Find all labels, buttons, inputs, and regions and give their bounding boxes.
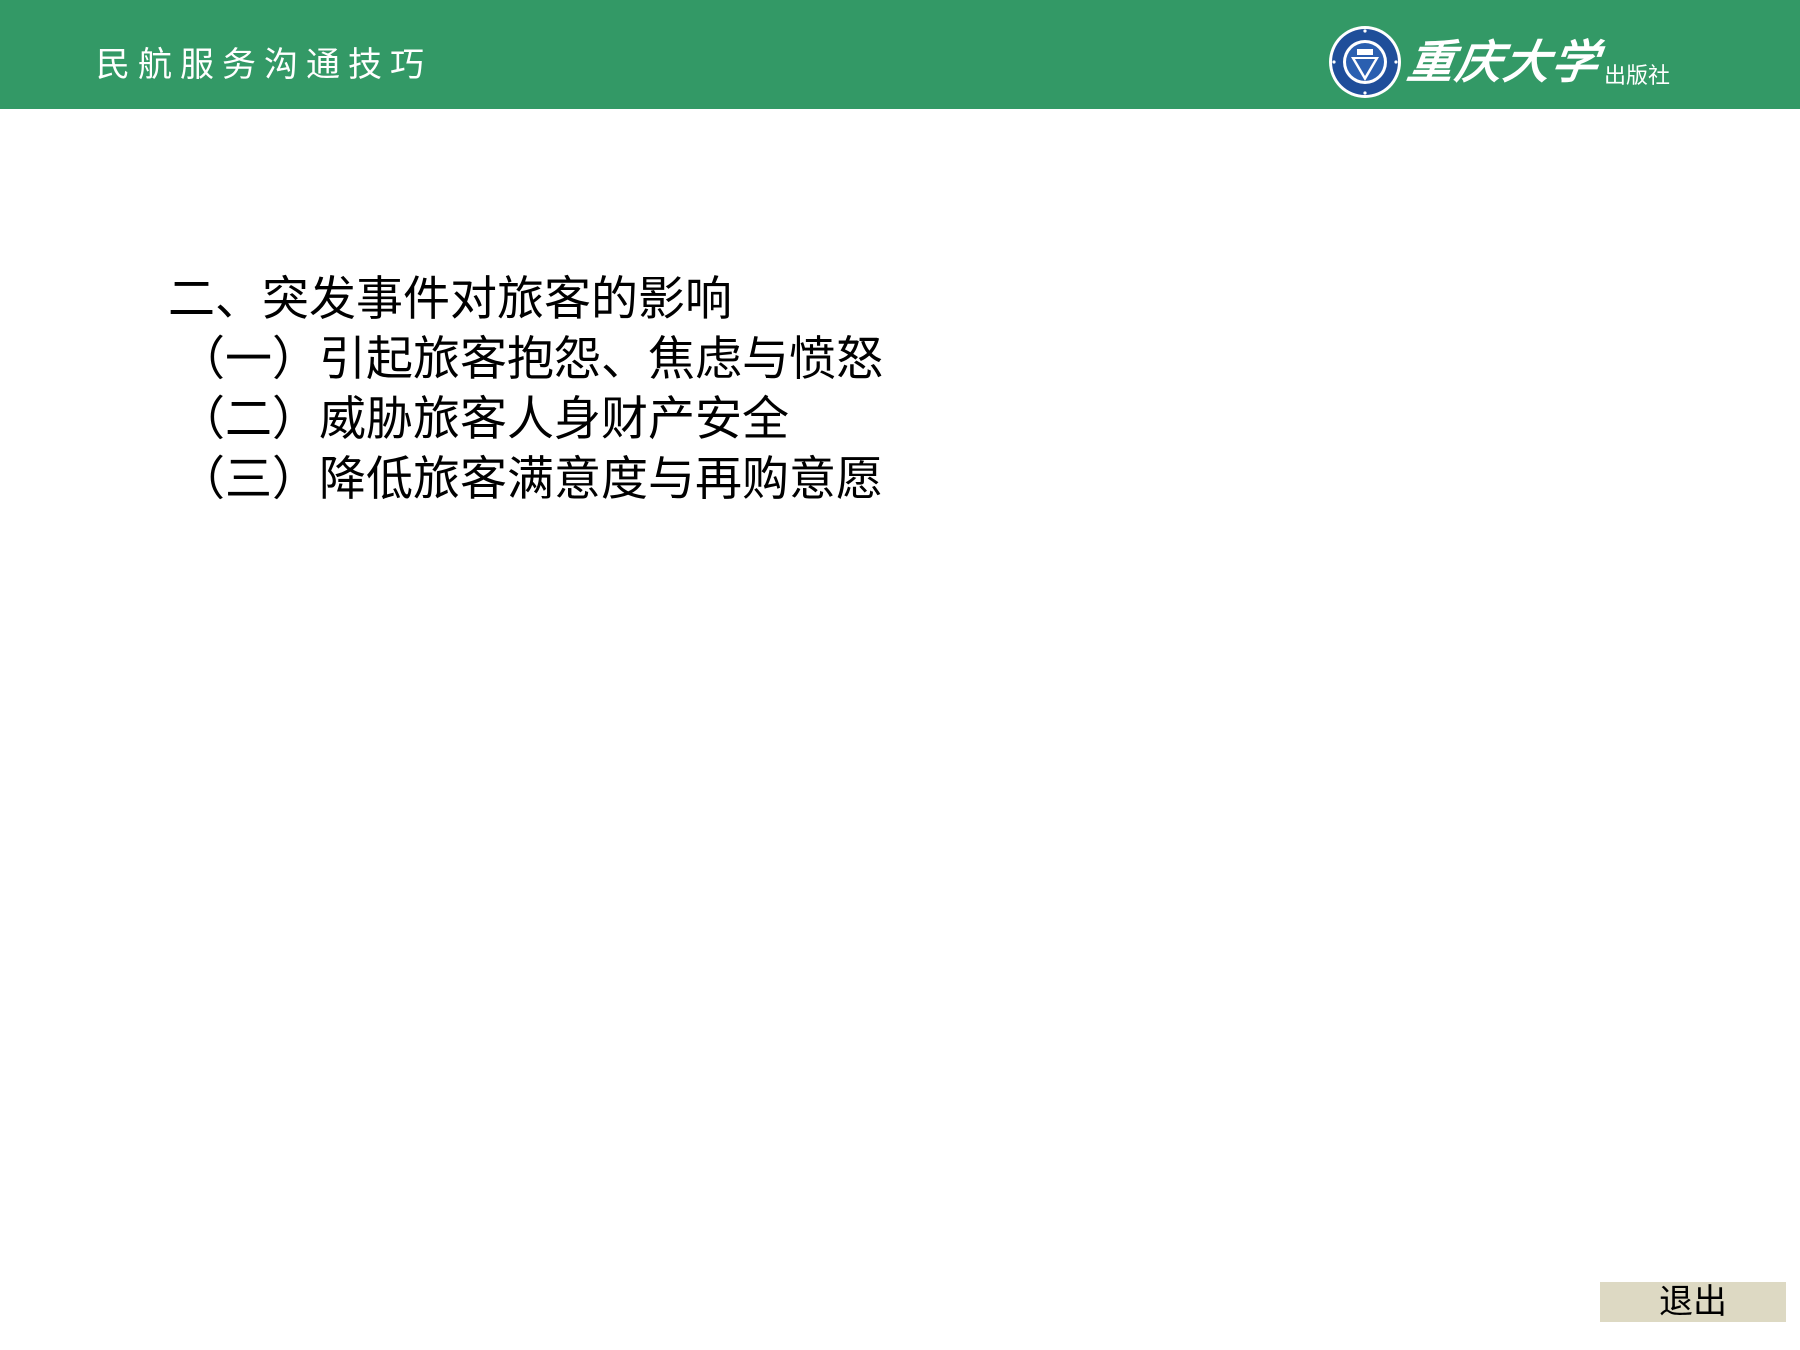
publisher-name: 重庆大学: [1404, 35, 1604, 89]
list-item: （三）降低旅客满意度与再购意愿: [178, 452, 883, 507]
slide: 民航服务沟通技巧 重庆大学 出版社 二、突发事件对旅客的影响 （一）引起旅客抱怨…: [0, 0, 1800, 1350]
exit-button[interactable]: 退出: [1600, 1282, 1786, 1322]
list-item: （二）威胁旅客人身财产安全: [178, 392, 789, 447]
list-item: （一）引起旅客抱怨、焦虑与愤怒: [178, 332, 883, 387]
publisher-suffix: 出版社: [1603, 64, 1670, 89]
university-seal-icon: [1328, 26, 1401, 98]
publisher-logo: 重庆大学 出版社: [1328, 24, 1670, 100]
course-title: 民航服务沟通技巧: [96, 45, 432, 85]
slide-content: 二、突发事件对旅客的影响 （一）引起旅客抱怨、焦虑与愤怒 （二）威胁旅客人身财产…: [168, 270, 883, 510]
header-bar: 民航服务沟通技巧 重庆大学 出版社: [0, 0, 1800, 109]
section-heading: 二、突发事件对旅客的影响: [168, 272, 732, 327]
